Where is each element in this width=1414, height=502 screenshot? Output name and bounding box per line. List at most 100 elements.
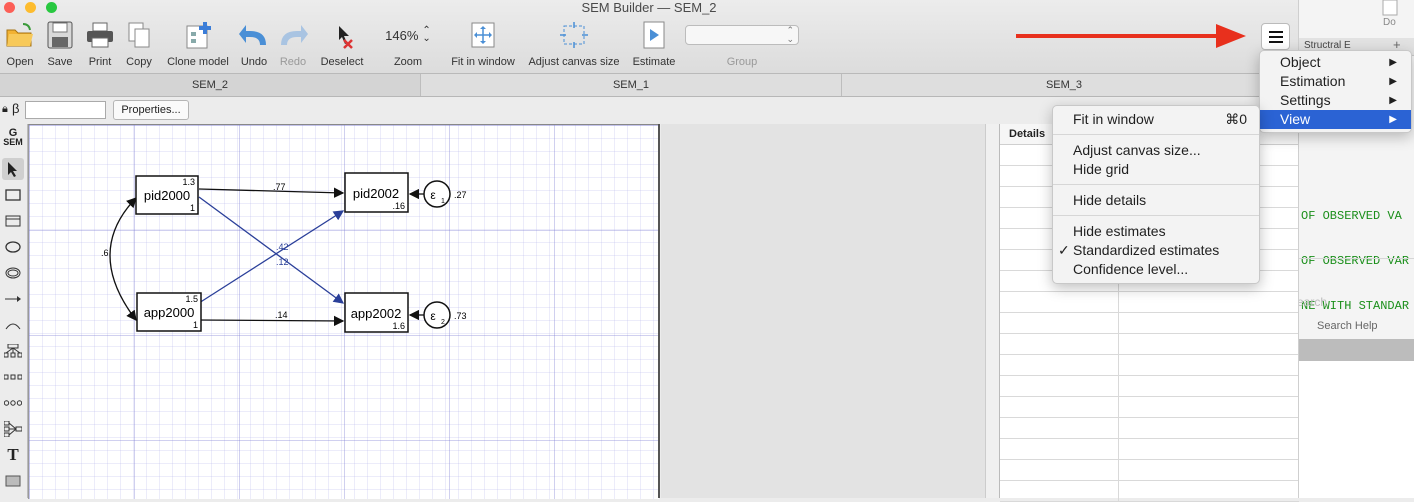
checkmark-icon: ✓ — [1058, 242, 1070, 258]
deselect-label: Deselect — [320, 56, 364, 68]
submenu-arrow-icon: ▶ — [1389, 95, 1397, 106]
double-oval-icon — [5, 267, 21, 279]
add-measurement-component-tool[interactable] — [2, 340, 24, 362]
estimate-icon — [643, 21, 665, 49]
error-e2-variance: .73 — [454, 311, 467, 321]
error-e1-subscript: 1 — [441, 198, 445, 205]
error-e1-circle[interactable] — [423, 180, 451, 208]
group-control[interactable]: ⌃ ⌄ Group — [684, 18, 800, 72]
covariance-tool[interactable] — [2, 314, 24, 336]
rectangles-set-icon — [4, 374, 22, 380]
path-tool[interactable] — [2, 288, 24, 310]
path-app2000-app2002[interactable] — [198, 315, 345, 327]
zoom-control[interactable]: 146% ⌃ ⌄ Zoom — [378, 18, 438, 72]
error-e2-circle[interactable] — [423, 301, 451, 329]
multilevel-latent-tool[interactable] — [2, 262, 24, 284]
menu-adjust-canvas-size[interactable]: Adjust canvas size... — [1053, 141, 1259, 160]
save-button[interactable]: Save — [42, 18, 78, 72]
menu-confidence-level[interactable]: Confidence level... — [1053, 260, 1259, 279]
fit-in-window-button[interactable]: Fit in window — [447, 18, 519, 72]
area-icon — [5, 475, 21, 487]
menu-fit-in-window[interactable]: Fit in window ⌘0 — [1053, 110, 1259, 129]
path-app2000-pid2002[interactable] — [198, 210, 345, 304]
path-pid2000-app2002[interactable] — [198, 196, 345, 304]
tab-sem-3[interactable]: SEM_3 — [842, 74, 1287, 96]
undo-button[interactable]: Undo — [237, 18, 271, 72]
arrow-right-icon — [5, 296, 21, 302]
menu-item-view[interactable]: View ▶ — [1260, 110, 1411, 129]
main-menu-button[interactable] — [1261, 23, 1290, 50]
add-observed-variables-set-tool[interactable] — [2, 366, 24, 388]
diagram-canvas[interactable]: pid2000 1.3 1 app2000 1.5 1 pid2002 .16 … — [28, 124, 659, 499]
select-stepper-icon: ⌃ ⌄ — [786, 25, 794, 44]
add-latent-variables-set-tool[interactable] — [2, 392, 24, 414]
adjust-canvas-size-button[interactable]: Adjust canvas size — [524, 18, 624, 72]
deselect-icon — [339, 26, 353, 49]
estimate-button[interactable]: Estimate — [628, 18, 680, 72]
path-pid-pid-value: .77 — [273, 182, 286, 192]
regression-icon — [4, 421, 22, 437]
menu-hide-details[interactable]: Hide details — [1053, 191, 1259, 210]
node-app2002-value: 1.6 — [392, 321, 405, 331]
details-row — [1000, 418, 1299, 439]
double-rectangle-icon — [5, 215, 21, 227]
window-title: SEM Builder — SEM_2 — [581, 0, 717, 15]
shortcut-label: ⌘0 — [1225, 111, 1247, 127]
menu-item-object[interactable]: Object ▶ — [1260, 53, 1411, 72]
adjust-canvas-icon — [560, 22, 588, 48]
main-menu: Object ▶ Estimation ▶ Settings ▶ View ▶ — [1259, 50, 1412, 133]
document-tabs: SEM_2 SEM_1 SEM_3 — [0, 74, 1298, 97]
node-pid2002-value: .16 — [392, 201, 405, 211]
canvas-edge — [658, 124, 660, 498]
menu-standardized-estimates[interactable]: ✓ Standardized estimates — [1053, 241, 1259, 260]
clone-model-button[interactable]: Clone model — [163, 18, 233, 72]
group-select[interactable]: ⌃ ⌄ — [685, 25, 799, 45]
ovals-set-icon — [4, 400, 22, 406]
latent-variable-tool[interactable] — [2, 236, 24, 258]
rectangle-icon — [5, 189, 21, 201]
tab-sem-2[interactable]: SEM_2 — [0, 74, 421, 96]
details-row — [1000, 292, 1299, 313]
curved-arrow-icon — [5, 323, 21, 330]
observed-variable-tool[interactable] — [2, 184, 24, 206]
sem-diagram: pid2000 1.3 1 app2000 1.5 1 pid2002 .16 … — [101, 172, 467, 333]
fit-in-window-icon — [471, 22, 495, 48]
undo-icon — [239, 25, 266, 45]
area-tool[interactable] — [2, 470, 24, 492]
save-icon — [47, 21, 73, 49]
menu-item-settings[interactable]: Settings ▶ — [1260, 91, 1411, 110]
tab-sem-1[interactable]: SEM_1 — [421, 74, 842, 96]
property-input[interactable] — [25, 101, 106, 119]
path-app-app-value: .14 — [275, 310, 288, 320]
menu-hide-grid[interactable]: Hide grid — [1053, 160, 1259, 179]
open-button[interactable]: Open — [2, 18, 38, 72]
copy-button[interactable]: Copy — [120, 18, 158, 72]
folder-icon — [6, 23, 33, 47]
details-splitter[interactable] — [985, 124, 1000, 498]
zoom-value: 146% — [385, 27, 419, 43]
deselect-button[interactable]: Deselect — [316, 18, 368, 72]
error-e1-variance: .27 — [454, 190, 467, 200]
print-button[interactable]: Print — [82, 18, 118, 72]
property-bar: 🔒︎ β Properties... — [0, 97, 660, 123]
adjust-canvas-size-label: Adjust canvas size — [528, 56, 620, 68]
covariance-path[interactable] — [109, 197, 137, 322]
menu-item-estimation[interactable]: Estimation ▶ — [1260, 72, 1411, 91]
add-regression-component-tool[interactable] — [2, 418, 24, 440]
do-label: Do — [1383, 17, 1396, 28]
redo-button[interactable]: Redo — [276, 18, 310, 72]
node-app2000-intercept: 1.5 — [185, 294, 198, 304]
properties-button[interactable]: Properties... — [113, 100, 189, 120]
stepper-icon[interactable]: ⌃ ⌄ — [422, 26, 430, 44]
select-tool[interactable] — [2, 158, 24, 180]
text-tool[interactable]: T — [2, 444, 24, 466]
menu-hide-estimates[interactable]: Hide estimates — [1053, 222, 1259, 241]
submenu-arrow-icon: ▶ — [1389, 76, 1397, 87]
gsem-toggle[interactable]: G SEM — [2, 127, 24, 149]
search-help-button[interactable]: Search Help — [1317, 320, 1378, 332]
generalized-response-tool[interactable] — [2, 210, 24, 232]
search-field[interactable]: earch — [1299, 295, 1327, 309]
node-pid2000-intercept: 1.3 — [182, 177, 195, 187]
document-icon — [1382, 0, 1398, 16]
path-pid2000-pid2002[interactable] — [198, 187, 345, 198]
